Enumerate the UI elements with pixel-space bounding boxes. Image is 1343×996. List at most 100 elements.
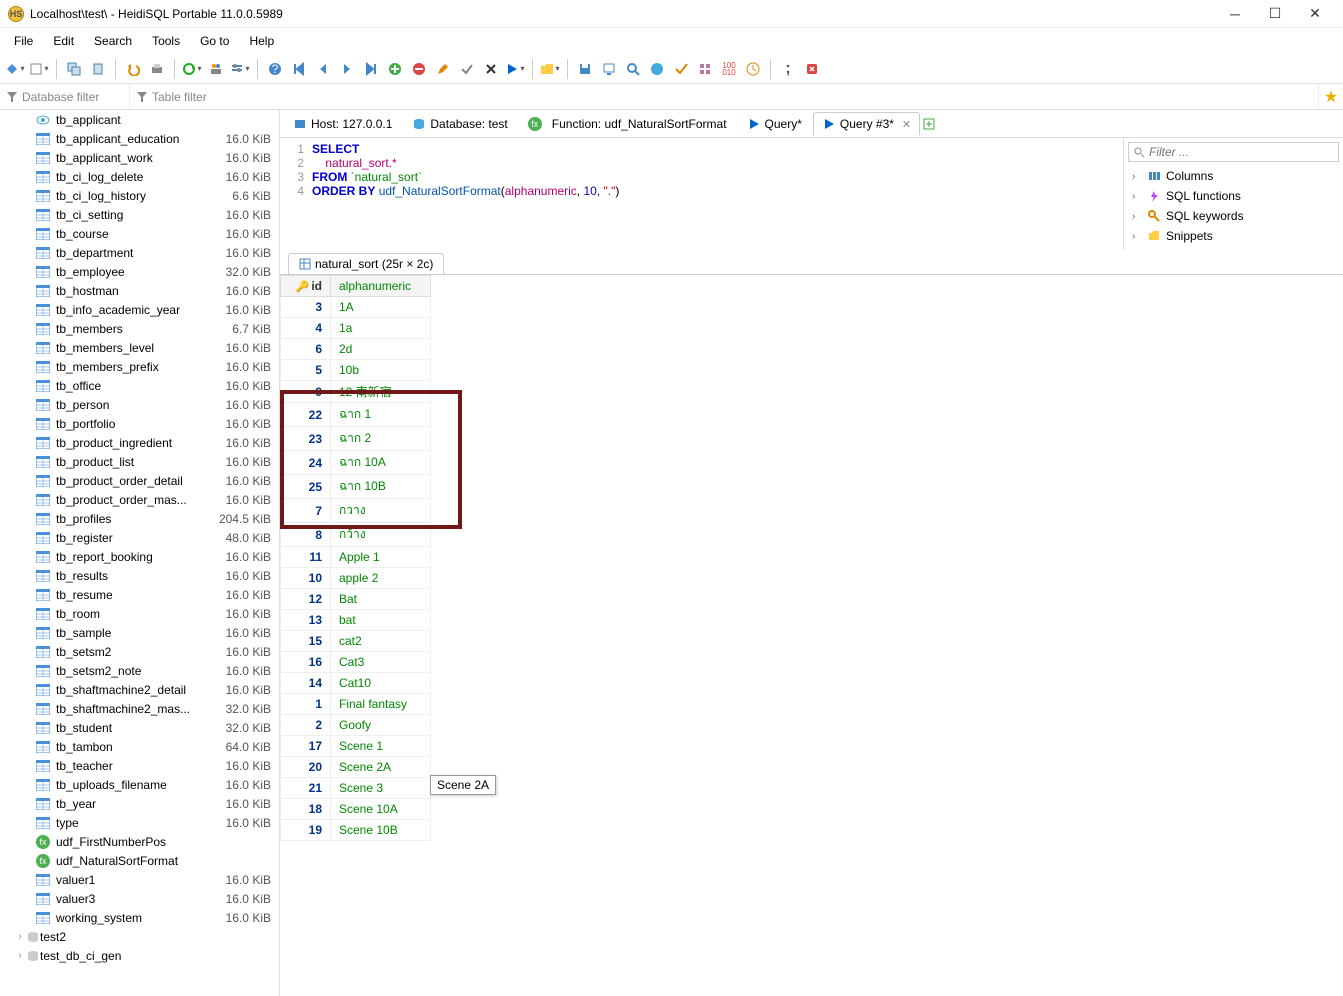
time-button[interactable] [742,58,764,80]
sidebar-item-database[interactable]: › test_db_ci_gen [0,946,279,965]
sidebar-item-function[interactable]: fxudf_NaturalSortFormat [0,851,279,870]
table-row[interactable]: 912 南新宿 [281,381,431,403]
close-icon[interactable]: ✕ [902,118,911,131]
menu-help[interactable]: Help [239,30,284,52]
sidebar-item-table[interactable]: tb_results16.0 KiB [0,566,279,585]
table-row[interactable]: 10apple 2 [281,568,431,589]
table-row[interactable]: 16Cat3 [281,652,431,673]
helper-snippets[interactable]: ›Snippets [1128,226,1339,246]
sidebar-item-table[interactable]: tb_members6.7 KiB [0,319,279,338]
table-row[interactable]: 22ฉาก 1 [281,403,431,427]
expand-icon[interactable]: › [14,950,26,961]
semicolon-button[interactable]: ; [777,58,799,80]
helper-filter-input[interactable] [1149,145,1334,159]
table-row[interactable]: 62d [281,339,431,360]
users-button[interactable] [205,58,227,80]
table-row[interactable]: 31A [281,297,431,318]
sidebar-item-table[interactable]: tb_ci_log_delete16.0 KiB [0,167,279,186]
sidebar-item-table[interactable]: tb_resume16.0 KiB [0,585,279,604]
helper-sqlfn[interactable]: ›SQL functions [1128,186,1339,206]
menu-goto[interactable]: Go to [190,30,239,52]
remove-button[interactable] [408,58,430,80]
world-button[interactable] [646,58,668,80]
connect-button[interactable]: ▾ [4,58,26,80]
minimize-button[interactable]: ─ [1215,6,1255,22]
table-row[interactable]: 13bat [281,610,431,631]
table-filter[interactable]: Table filter [130,84,1319,109]
run-button[interactable]: ▾ [504,58,526,80]
tab-query3[interactable]: Query #3* ✕ [813,112,920,135]
sidebar-item-table[interactable]: tb_info_academic_year16.0 KiB [0,300,279,319]
tab-function[interactable]: fx Function: udf_NaturalSortFormat [519,112,736,135]
table-row[interactable]: 2Goofy [281,715,431,736]
sidebar-item-table[interactable]: tb_course16.0 KiB [0,224,279,243]
sidebar-item-table[interactable]: tb_shaftmachine2_detail16.0 KiB [0,680,279,699]
col-header-alphanumeric[interactable]: alphanumeric [331,276,431,297]
table-row[interactable]: 41a [281,318,431,339]
edit-button[interactable] [432,58,454,80]
table-row[interactable]: 15cat2 [281,631,431,652]
paste-button[interactable] [87,58,109,80]
sidebar-item-table[interactable]: valuer316.0 KiB [0,889,279,908]
sidebar-item-table[interactable]: tb_year16.0 KiB [0,794,279,813]
grid-button[interactable] [694,58,716,80]
next-button[interactable] [336,58,358,80]
table-row[interactable]: 11Apple 1 [281,547,431,568]
sidebar-item-table[interactable]: tb_setsm216.0 KiB [0,642,279,661]
refresh-button[interactable]: ▾ [181,58,203,80]
sidebar-item-table[interactable]: tb_department16.0 KiB [0,243,279,262]
table-row[interactable]: 23ฉาก 2 [281,427,431,451]
table-row[interactable]: 8กว้าง [281,523,431,547]
sidebar-item-table[interactable]: tb_uploads_filename16.0 KiB [0,775,279,794]
sidebar-item-table[interactable]: tb_room16.0 KiB [0,604,279,623]
close-button[interactable]: ✕ [1295,5,1335,22]
sidebar-item-table[interactable]: type16.0 KiB [0,813,279,832]
cancel-button[interactable] [480,58,502,80]
result-grid[interactable]: 🔑id alphanumeric 31A41a62d510b912 南新宿22ฉ… [280,274,1343,841]
table-row[interactable]: 17Scene 1 [281,736,431,757]
sidebar-item-table[interactable]: valuer116.0 KiB [0,870,279,889]
menu-file[interactable]: File [4,30,43,52]
sidebar-item-table[interactable]: tb_product_order_detail16.0 KiB [0,471,279,490]
helper-columns[interactable]: ›Columns [1128,166,1339,186]
result-tab[interactable]: natural_sort (25r × 2c) [288,253,444,274]
table-row[interactable]: 24ฉาก 10A [281,451,431,475]
expand-icon[interactable]: › [14,931,26,942]
helper-filter[interactable] [1128,142,1339,162]
last-button[interactable] [360,58,382,80]
folder-button[interactable]: ▾ [539,58,561,80]
sidebar-item-table[interactable]: tb_ci_log_history6.6 KiB [0,186,279,205]
sidebar-item-table[interactable]: tb_members_prefix16.0 KiB [0,357,279,376]
binary-button[interactable]: 100010 [718,58,740,80]
sidebar-item-table[interactable]: tb_register48.0 KiB [0,528,279,547]
copy-button[interactable] [63,58,85,80]
menu-tools[interactable]: Tools [142,30,190,52]
helper-sqlkw[interactable]: ›SQL keywords [1128,206,1339,226]
monitor-button[interactable] [598,58,620,80]
menu-search[interactable]: Search [84,30,142,52]
undo-button[interactable] [122,58,144,80]
sidebar-item-table[interactable]: tb_profiles204.5 KiB [0,509,279,528]
sidebar-item-table[interactable]: tb_student32.0 KiB [0,718,279,737]
save-button[interactable] [574,58,596,80]
table-row[interactable]: 510b [281,360,431,381]
new-button[interactable]: ▾ [28,58,50,80]
sql-editor[interactable]: 1SELECT 2 natural_sort.* 3FROM `natural_… [280,138,1123,250]
menu-edit[interactable]: Edit [43,30,84,52]
sidebar-item-table[interactable]: tb_tambon64.0 KiB [0,737,279,756]
sidebar-item-table[interactable]: tb_applicant_education16.0 KiB [0,129,279,148]
tab-host[interactable]: Host: 127.0.0.1 [284,112,401,135]
sidebar-item-table[interactable]: tb_report_booking16.0 KiB [0,547,279,566]
sidebar-item-table[interactable]: tb_applicant [0,110,279,129]
sidebar-item-database[interactable]: › test2 [0,927,279,946]
sidebar-item-table[interactable]: tb_applicant_work16.0 KiB [0,148,279,167]
settings-button[interactable]: ▾ [229,58,251,80]
info-button[interactable]: ? [264,58,286,80]
sidebar-item-table[interactable]: tb_product_list16.0 KiB [0,452,279,471]
sidebar-item-function[interactable]: fxudf_FirstNumberPos [0,832,279,851]
table-row[interactable]: 19Scene 10B [281,820,431,841]
database-filter[interactable]: Database filter [0,84,130,109]
sidebar-item-table[interactable]: tb_members_level16.0 KiB [0,338,279,357]
sidebar-item-table[interactable]: tb_teacher16.0 KiB [0,756,279,775]
sidebar-item-table[interactable]: tb_product_ingredient16.0 KiB [0,433,279,452]
